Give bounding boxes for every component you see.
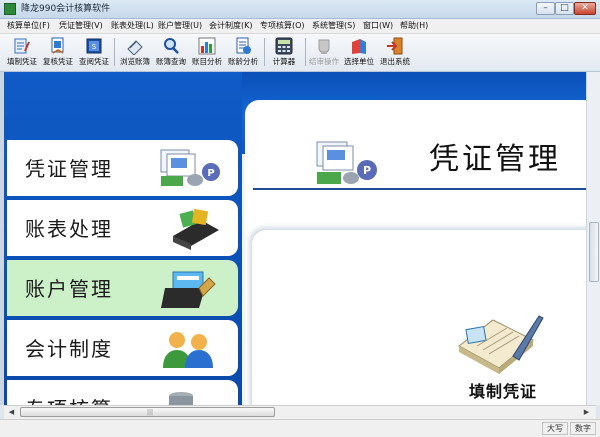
nav-item-accounting-system[interactable]: 会计制度 [7,320,238,376]
status-bar: 大写 数字 [0,419,600,437]
maximize-button[interactable]: □ [555,2,574,15]
aging-analysis-button[interactable]: 账龄分析 [228,35,258,69]
ledger-browse-icon [127,40,143,55]
nav-item-label: 专项核算 [25,397,113,405]
voucher-stack-icon: P [316,141,377,184]
scroll-right-icon[interactable]: ▶ [581,407,592,418]
fill-voucher-function[interactable]: 填制凭证 [453,306,553,405]
title-divider [253,188,591,190]
lookup-voucher-button[interactable]: S 查阅凭证 [79,35,109,69]
settle-button[interactable]: 结审操作 [309,35,339,69]
app-window: 降龙990会计核算软件 – □ ✕ 核算单位(F) 凭证管理(V) 账表处理(L… [0,0,600,437]
nav-item-voucher[interactable]: 凭证管理 P [7,140,238,196]
menu-reports[interactable]: 账表处理(L) [111,20,154,32]
window-title: 降龙990会计核算软件 [21,4,111,14]
menu-bar: 核算单位(F) 凭证管理(V) 账表处理(L) 账户管理(U) 会计制度(K) … [0,19,600,34]
select-unit-button[interactable]: 选择单位 [344,35,374,69]
main-workspace: 凭证管理 P 账表处理 账户管理 会计制度 P 凭证管理 填制凭证 [0,72,600,405]
account-folder-icon [161,271,216,308]
horizontal-scrollbar[interactable]: ◀ ||| ▶ [4,405,596,419]
account-analysis-icon [198,37,216,55]
svg-text:P: P [363,164,371,177]
calculator-icon [275,37,293,55]
ledger-search-button[interactable]: 账簿查询 [156,35,186,69]
status-caps: 大写 [542,422,568,435]
page-title: 凭证管理 [429,142,561,177]
review-voucher-button[interactable]: 复核凭证 [43,35,73,69]
toolbar: 填制凭证 复核凭证 S 查阅凭证 浏览账簿 账簿查询 账目分析 账龄分析 计算器… [0,34,600,72]
grip-icon: ||| [147,409,154,416]
vertical-scrollbar[interactable] [586,72,600,405]
svg-text:P: P [207,168,214,179]
nav-item-special[interactable]: 专项核算 [7,380,238,405]
menu-accounting-system[interactable]: 会计制度(K) [209,20,253,32]
voucher-stack-icon: P [160,149,220,186]
menu-help[interactable]: 帮助(H) [400,20,428,32]
ledger-search-icon [164,38,179,54]
aging-analysis-icon [236,37,251,54]
menu-system[interactable]: 系统管理(S) [312,20,355,32]
ledger-box-icon [173,208,219,250]
menu-voucher[interactable]: 凭证管理(V) [59,20,103,32]
voucher-lookup-icon: S [86,38,102,54]
app-logo-icon [4,3,16,15]
exit-icon [387,37,403,55]
minimize-button[interactable]: – [536,2,555,15]
svg-text:S: S [92,43,97,51]
nav-panel: 凭证管理 P 账表处理 账户管理 会计制度 [4,72,242,405]
fill-voucher-button[interactable]: 填制凭证 [7,35,37,69]
menu-window[interactable]: 窗口(W) [363,20,393,32]
scroll-thumb[interactable] [589,222,599,282]
browse-ledger-button[interactable]: 浏览账簿 [120,35,150,69]
function-label: 填制凭证 [468,382,537,401]
select-unit-icon [352,39,366,54]
people-icon [163,332,213,368]
nav-item-reports[interactable]: 账表处理 [7,200,238,256]
menu-accounts[interactable]: 账户管理(U) [158,20,202,32]
scroll-left-icon[interactable]: ◀ [6,407,17,418]
exit-button[interactable]: 退出系统 [380,35,410,69]
nav-item-label: 会计制度 [25,337,113,361]
menu-accounting-unit[interactable]: 核算单位(F) [7,20,50,32]
account-analysis-button[interactable]: 账目分析 [192,35,222,69]
calculator-button[interactable]: 计算器 [270,35,298,69]
title-bar: 降龙990会计核算软件 – □ ✕ [0,0,600,19]
content-panel: P 凭证管理 填制凭证 [245,100,600,405]
voucher-book-pen-icon [458,315,544,374]
voucher-review-icon [51,37,64,54]
status-numlock: 数字 [570,422,596,435]
close-button[interactable]: ✕ [574,2,596,15]
scroll-thumb[interactable]: ||| [20,407,275,417]
menu-special[interactable]: 专项核算(O) [260,20,305,32]
nav-item-label: 凭证管理 [25,157,113,181]
nav-item-label: 账表处理 [25,217,113,241]
nav-item-label: 账户管理 [25,277,113,301]
special-icon [169,392,193,405]
voucher-fill-icon [14,38,30,54]
settle-icon [318,39,330,54]
nav-item-accounts[interactable]: 账户管理 [7,260,238,316]
